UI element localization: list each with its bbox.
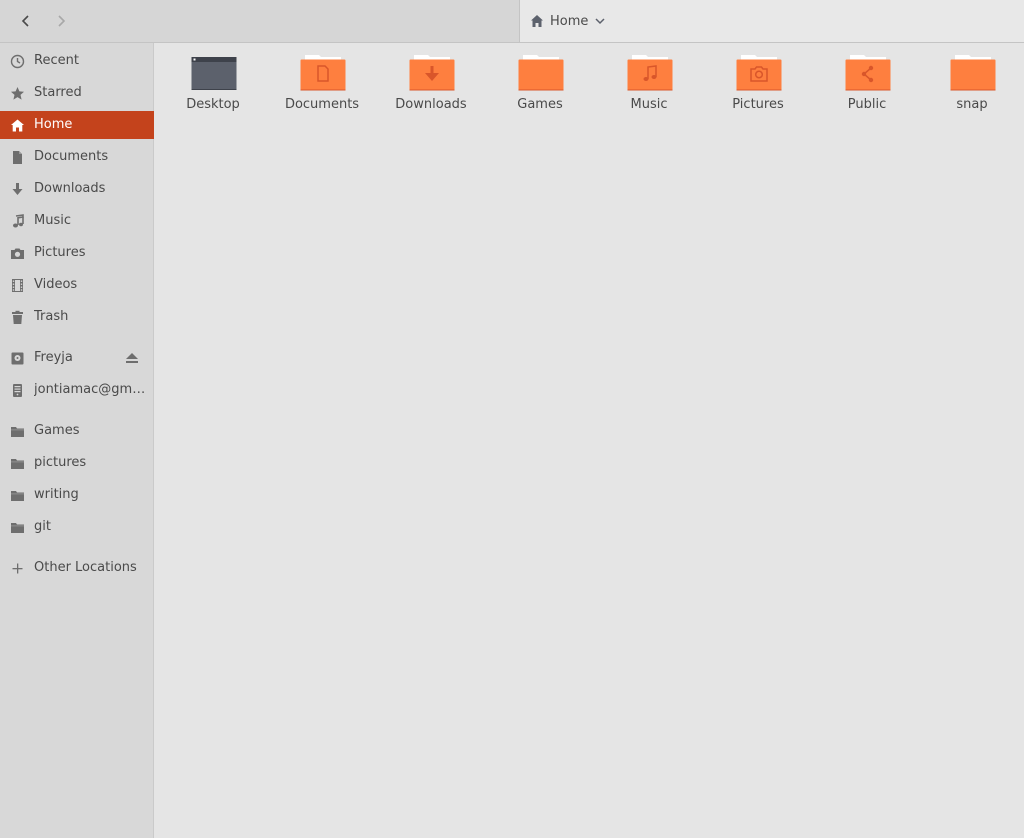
film-icon [10,278,25,293]
chevron-left-icon [21,15,29,27]
sidebar-item-documents[interactable]: Documents [0,143,154,171]
sidebar-item-label: Home [34,117,73,132]
file-name: Desktop [186,97,240,112]
file-item-games[interactable]: Games [490,53,590,123]
eject-icon[interactable] [125,352,139,364]
file-name: Downloads [395,97,467,112]
folder-icon [10,424,25,439]
breadcrumb-label: Home [550,13,589,29]
sidebar-item-label: jontiamac@gma… [34,382,146,397]
sidebar-item-label: Downloads [34,181,106,196]
file-view: Desktop Documents Downloads Games Music … [155,43,1024,838]
sidebar-item-other-locations[interactable]: Other Locations [0,554,154,582]
sidebar-item-pictures[interactable]: Pictures [0,239,154,267]
camera-icon [10,246,25,261]
drive-icon [10,351,25,366]
sidebar-item-label: pictures [34,455,87,470]
sidebar-item-trash[interactable]: Trash [0,303,154,331]
home-icon [10,118,25,133]
sidebar-item-label: writing [34,487,79,502]
folder-icon [950,55,996,91]
sidebar-item-label: Pictures [34,245,86,260]
network-server-icon [10,383,25,398]
sidebar-item-label: Recent [34,53,79,68]
sidebar-item-label: Music [34,213,71,228]
sidebar-item-network-account[interactable]: jontiamac@gma… [0,376,154,404]
file-item-public[interactable]: Public [817,53,917,123]
clock-icon [10,54,25,69]
star-icon [10,86,25,101]
file-item-music[interactable]: Music [599,53,699,123]
file-item-documents[interactable]: Documents [272,53,372,123]
sidebar-item-freyja[interactable]: Freyja [0,344,154,372]
sidebar-item-label: Games [34,423,80,438]
file-item-snap[interactable]: snap [922,53,1022,123]
folder-icon [10,456,25,471]
back-button[interactable] [12,8,40,34]
file-name: Games [517,97,563,112]
sidebar-item-starred[interactable]: Starred [0,79,154,107]
music-icon [10,214,25,229]
sidebar-item-bookmark-writing[interactable]: writing [0,481,154,509]
file-item-downloads[interactable]: Downloads [381,53,481,123]
sidebar-item-bookmark-git[interactable]: git [0,513,154,541]
downloads-folder-icon [409,55,455,91]
home-icon [531,15,543,27]
folder-icon [10,488,25,503]
plus-icon [10,561,25,576]
file-item-pictures[interactable]: Pictures [708,53,808,123]
file-name: Documents [284,97,360,112]
folder-icon [10,520,25,535]
document-icon [10,150,25,165]
sidebar-item-label: Trash [34,309,69,324]
file-name: Public [847,97,887,112]
file-name: snap [956,97,988,112]
file-name: Music [630,97,668,112]
sidebar-item-label: Other Locations [34,560,137,575]
forward-button[interactable] [47,8,75,34]
chevron-down-icon [595,18,605,25]
chevron-right-icon [58,15,66,27]
sidebar-item-videos[interactable]: Videos [0,271,154,299]
sidebar-item-bookmark-games[interactable]: Games [0,417,154,445]
pictures-folder-icon [736,55,782,91]
sidebar-item-music[interactable]: Music [0,207,154,235]
documents-folder-icon [300,55,346,91]
public-folder-icon [845,55,891,91]
sidebar-item-label: Videos [34,277,78,292]
sidebar-item-label: git [34,519,51,534]
file-item-desktop[interactable]: Desktop [163,53,263,123]
desktop-folder-icon [191,57,237,90]
sidebar-item-label: Documents [34,149,109,164]
file-name: Pictures [732,97,784,112]
sidebar-item-label: Starred [34,85,82,100]
download-icon [10,182,25,197]
header-bar: Home [0,0,1024,43]
music-folder-icon [627,55,673,91]
sidebar-item-home[interactable]: Home [0,111,154,139]
sidebar: Recent Starred Home Documents Downloads … [0,43,154,838]
sidebar-item-bookmark-pictures[interactable]: pictures [0,449,154,477]
breadcrumb-home[interactable]: Home [526,8,610,34]
sidebar-item-downloads[interactable]: Downloads [0,175,154,203]
folder-icon [518,55,564,91]
sidebar-item-recent[interactable]: Recent [0,47,154,75]
path-bar: Home [519,0,1024,42]
trash-icon [10,310,25,325]
